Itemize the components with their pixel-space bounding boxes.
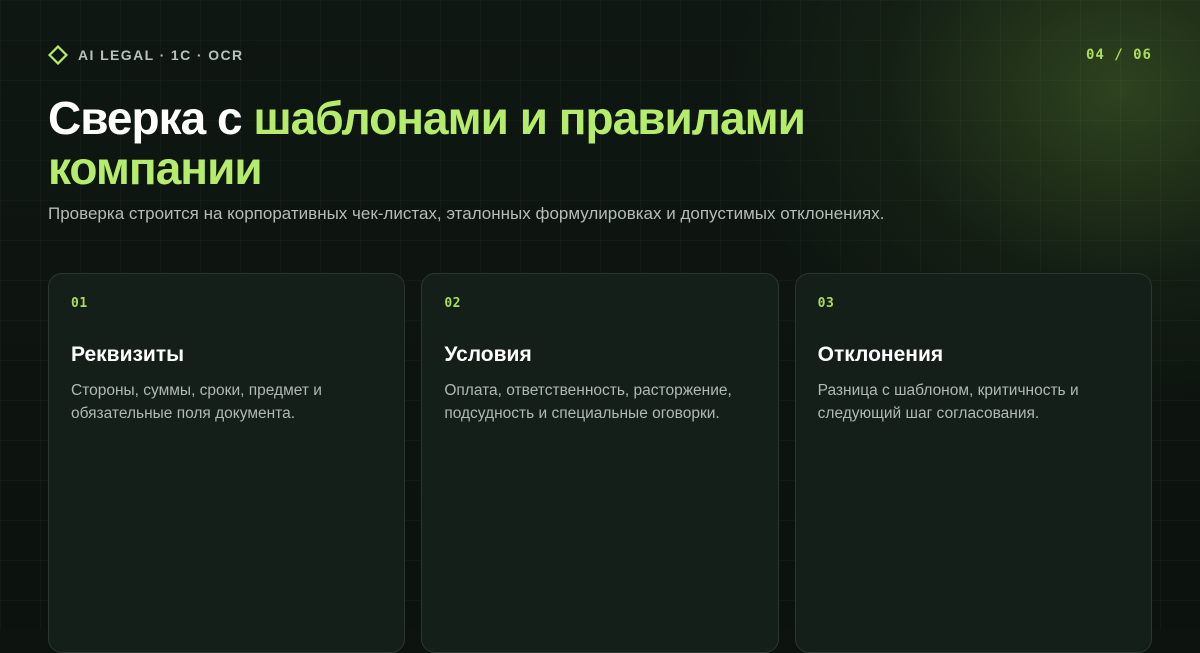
card-number: 01 bbox=[71, 296, 88, 311]
card-description: Оплата, ответственность, расторжение, по… bbox=[444, 382, 732, 422]
card-title: Условия bbox=[444, 343, 532, 366]
card-deviations: 03 Отклонения Разница с шаблоном, критич… bbox=[794, 273, 1152, 653]
card-number: 02 bbox=[444, 296, 461, 311]
title-plain: Сверка с bbox=[48, 92, 254, 144]
card-title: Отклонения bbox=[817, 343, 944, 366]
cards-row: 01 Реквизиты Стороны, суммы, сроки, пред… bbox=[48, 273, 1152, 653]
card-requisites: 01 Реквизиты Стороны, суммы, сроки, пред… bbox=[48, 273, 406, 653]
page-counter: 04 / 06 bbox=[1085, 47, 1152, 63]
brand-label: AI LEGAL · 1C · OCR bbox=[78, 47, 244, 63]
brand: AI LEGAL · 1C · OCR bbox=[48, 45, 244, 65]
card-description: Стороны, суммы, сроки, предмет и обязате… bbox=[71, 382, 322, 422]
page-subtitle: Проверка строится на корпоративных чек-л… bbox=[48, 204, 885, 223]
top-bar: AI LEGAL · 1C · OCR 04 / 06 bbox=[48, 42, 1152, 68]
diamond-icon bbox=[48, 45, 68, 65]
page-title: Сверка с шаблонами и правилами компании bbox=[48, 93, 948, 193]
card-title: Реквизиты bbox=[71, 343, 185, 366]
card-description: Разница с шаблоном, критичность и следую… bbox=[817, 382, 1079, 422]
card-number: 03 bbox=[817, 296, 835, 311]
card-conditions: 02 Условия Оплата, ответственность, раст… bbox=[421, 273, 779, 653]
